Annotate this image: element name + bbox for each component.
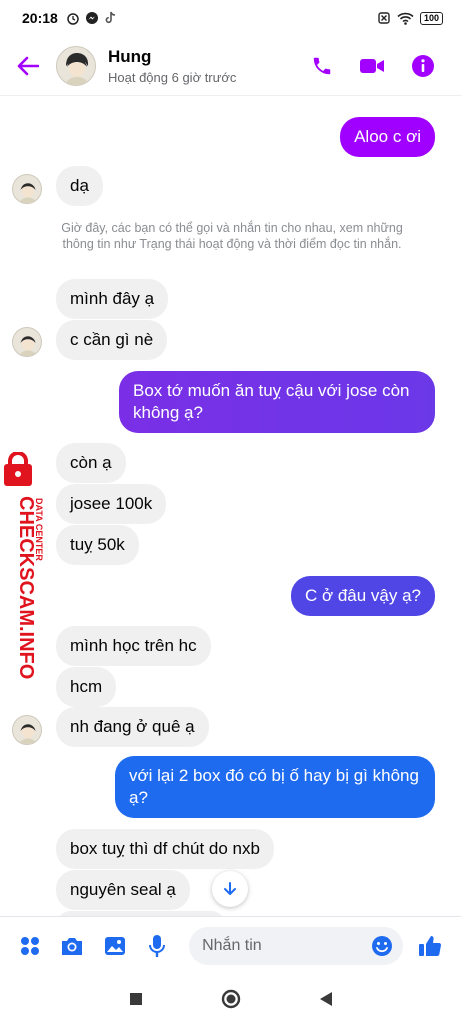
- messenger-icon: [85, 12, 98, 24]
- contact-active-status: Hoạt động 6 giờ trước: [108, 69, 237, 85]
- watermark-tag: DATA CENTER: [34, 498, 44, 561]
- camera-icon[interactable]: [60, 934, 84, 958]
- more-actions-icon[interactable]: [18, 934, 41, 958]
- message-sent[interactable]: Box tớ muốn ăn tuỵ cậu với jose còn khôn…: [119, 371, 435, 433]
- message-input-placeholder: Nhắn tin: [202, 936, 262, 954]
- emoji-icon[interactable]: [371, 935, 393, 957]
- message-received[interactable]: dạ: [56, 166, 103, 206]
- message-sent[interactable]: Aloo c ơi: [340, 117, 435, 157]
- sender-avatar[interactable]: [12, 327, 42, 357]
- scroll-to-bottom-button[interactable]: [212, 871, 248, 907]
- contact-name[interactable]: Hung: [108, 47, 311, 67]
- alarm-icon: [67, 13, 79, 25]
- arrow-down-icon: [224, 882, 236, 895]
- info-icon[interactable]: [411, 54, 435, 78]
- home-icon[interactable]: [221, 989, 241, 1009]
- sender-avatar[interactable]: [12, 715, 42, 745]
- back-arrow-icon: [17, 56, 39, 75]
- sim-off-icon: [378, 12, 390, 24]
- message-received[interactable]: hcm: [56, 667, 117, 707]
- phone-call-icon[interactable]: [311, 55, 333, 77]
- message-received[interactable]: nh đang ở quê ạ: [56, 707, 209, 747]
- message-received[interactable]: box tuỵ thì df chút do nxb: [56, 829, 274, 869]
- back-nav-icon[interactable]: [319, 991, 333, 1007]
- message-received[interactable]: mình học trên hc: [56, 626, 211, 666]
- message-received[interactable]: c cần gì nè: [56, 320, 168, 360]
- battery-indicator: 100: [419, 11, 443, 25]
- video-call-icon[interactable]: [359, 56, 385, 76]
- message-received[interactable]: tuỵ 50k: [56, 525, 139, 565]
- contact-avatar[interactable]: [56, 45, 96, 86]
- microphone-icon[interactable]: [145, 934, 168, 958]
- sender-avatar[interactable]: [12, 174, 42, 204]
- message-received[interactable]: josee 100k: [56, 484, 167, 524]
- system-navigation-bar: [0, 974, 461, 1024]
- back-button[interactable]: [0, 36, 56, 96]
- watermark-brand: CHECKSCAM.INFO: [15, 496, 37, 679]
- checkscam-watermark: CHECKSCAM.INFO DATA CENTER: [0, 451, 48, 682]
- gallery-icon[interactable]: [103, 934, 126, 958]
- message-sent[interactable]: với lại 2 box đó có bị ố hay bị gì không…: [115, 756, 435, 818]
- message-received[interactable]: nguyên seal ạ: [56, 870, 190, 910]
- status-time: 20:18: [22, 10, 58, 26]
- message-input[interactable]: Nhắn tin: [189, 926, 404, 965]
- status-bar: 20:18 100: [0, 0, 461, 36]
- recents-icon[interactable]: [129, 992, 143, 1006]
- tiktok-icon: [105, 11, 115, 24]
- message-received[interactable]: còn ạ: [56, 443, 126, 483]
- connection-notice: Giờ đây, các bạn có thể gọi và nhắn tin …: [61, 221, 403, 251]
- message-composer: Nhắn tin: [0, 916, 461, 974]
- message-sent[interactable]: C ở đâu vậy ạ?: [290, 576, 435, 616]
- wifi-icon: [397, 12, 414, 25]
- message-list[interactable]: Aloo c ơi dạ Giờ đây, các bạn có thể gọi…: [0, 96, 461, 916]
- like-icon[interactable]: [418, 934, 442, 958]
- conversation-header: Hung Hoạt động 6 giờ trước: [0, 36, 461, 96]
- message-received[interactable]: mình đây ạ: [56, 279, 169, 319]
